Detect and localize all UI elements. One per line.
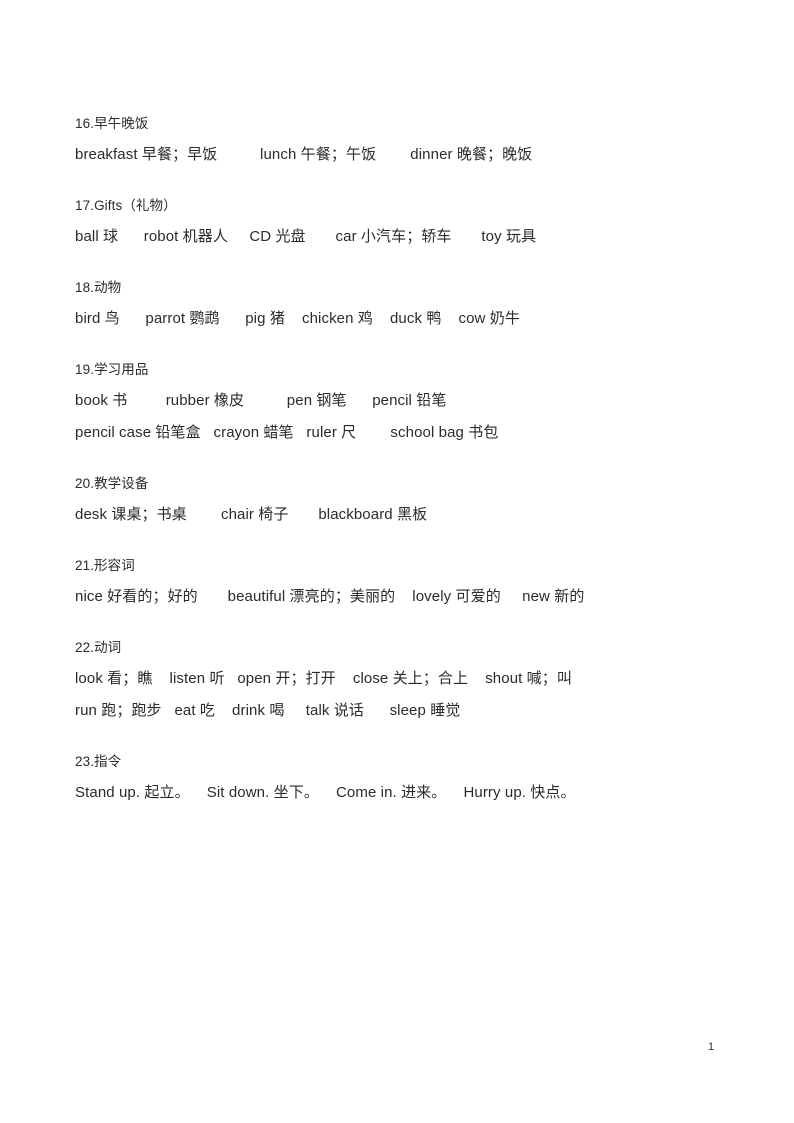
vocabulary-section-16: 16.早午晚饭 breakfast 早餐；早饭 lunch 午餐；午饭 dinn… [75, 114, 720, 171]
section-heading-17: 17.Gifts（礼物） [75, 198, 177, 213]
section-line-17-1: ball 球 robot 机器人 CD 光盘 car 小汽车；轿车 toy 玩具 [75, 228, 537, 245]
document-page: 16.早午晚饭 breakfast 早餐；早饭 lunch 午餐；午饭 dinn… [0, 0, 794, 1123]
section-line-23-1: Stand up. 起立。 Sit down. 坐下。 Come in. 进来。… [75, 784, 576, 801]
section-line-20-1: desk 课桌；书桌 chair 椅子 blackboard 黑板 [75, 506, 428, 523]
section-line-16-1: breakfast 早餐；早饭 lunch 午餐；午饭 dinner 晚餐；晚饭 [75, 146, 533, 163]
vocabulary-section-17: 17.Gifts（礼物） ball 球 robot 机器人 CD 光盘 car … [75, 196, 720, 253]
section-line-19-1: book 书 rubber 橡皮 pen 钢笔 pencil 铅笔 [75, 392, 447, 409]
section-line-22-2: run 跑；跑步 eat 吃 drink 喝 talk 说话 sleep 睡觉 [75, 702, 461, 719]
section-heading-21: 21.形容词 [75, 558, 135, 573]
section-line-19-2: pencil case 铅笔盒 crayon 蜡笔 ruler 尺 school… [75, 424, 499, 441]
section-line-21-1: nice 好看的；好的 beautiful 漂亮的；美丽的 lovely 可爱的… [75, 588, 585, 605]
section-line-18-1: bird 鸟 parrot 鹦鹉 pig 猪 chicken 鸡 duck 鸭 … [75, 310, 520, 327]
vocabulary-section-21: 21.形容词 nice 好看的；好的 beautiful 漂亮的；美丽的 lov… [75, 556, 720, 613]
vocabulary-section-22: 22.动词 look 看；瞧 listen 听 open 开；打开 close … [75, 638, 720, 727]
vocabulary-section-20: 20.教学设备 desk 课桌；书桌 chair 椅子 blackboard 黑… [75, 474, 720, 531]
section-heading-22: 22.动词 [75, 640, 122, 655]
section-heading-16: 16.早午晚饭 [75, 116, 149, 131]
vocabulary-section-23: 23.指令 Stand up. 起立。 Sit down. 坐下。 Come i… [75, 752, 720, 809]
document-body: 16.早午晚饭 breakfast 早餐；早饭 lunch 午餐；午饭 dinn… [75, 114, 720, 809]
section-line-22-1: look 看；瞧 listen 听 open 开；打开 close 关上；合上 … [75, 670, 572, 687]
vocabulary-section-19: 19.学习用品 book 书 rubber 橡皮 pen 钢笔 pencil 铅… [75, 360, 720, 449]
section-heading-18: 18.动物 [75, 280, 122, 295]
section-heading-23: 23.指令 [75, 754, 122, 769]
page-number: 1 [708, 1041, 715, 1053]
section-heading-19: 19.学习用品 [75, 362, 149, 377]
vocabulary-section-18: 18.动物 bird 鸟 parrot 鹦鹉 pig 猪 chicken 鸡 d… [75, 278, 720, 335]
section-heading-20: 20.教学设备 [75, 476, 149, 491]
